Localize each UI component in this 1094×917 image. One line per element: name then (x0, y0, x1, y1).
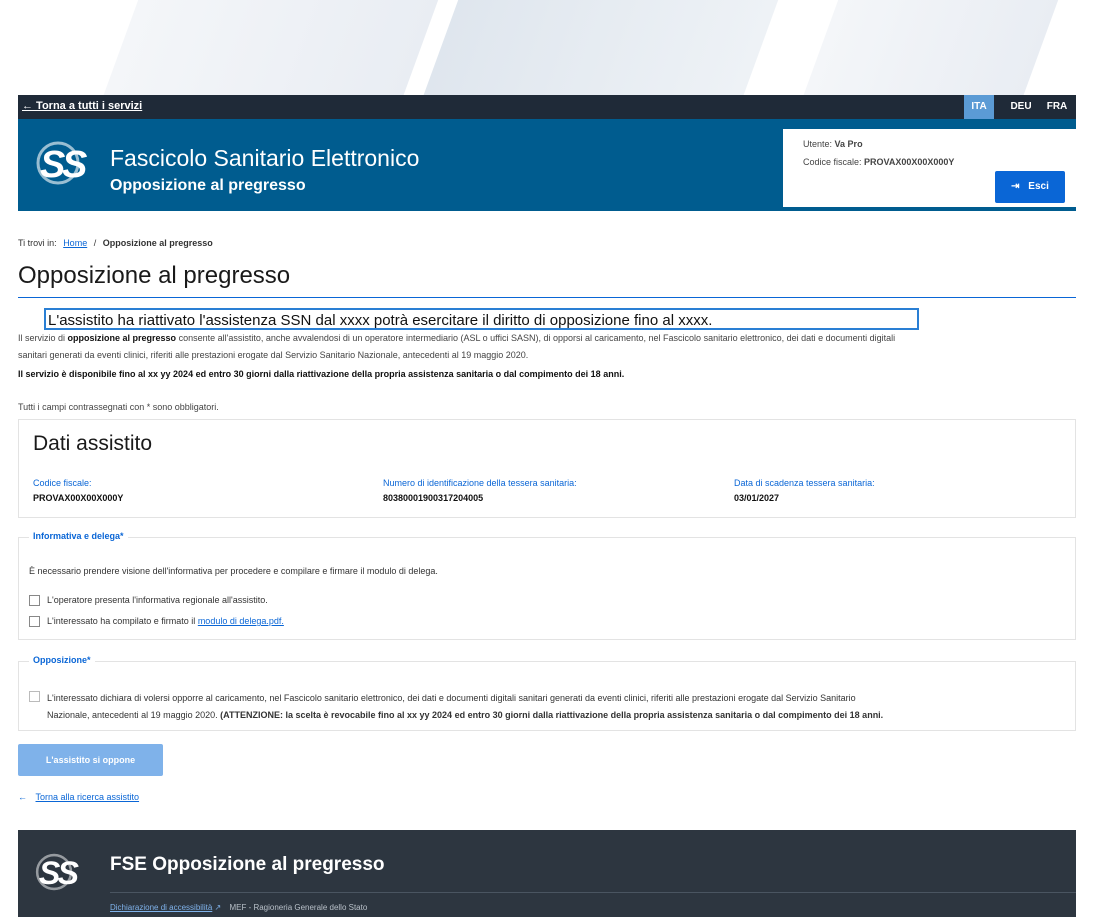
back-to-search-link[interactable]: Torna alla ricerca assistito (36, 792, 140, 802)
oppose-button[interactable]: L'assistito si oppone (18, 744, 163, 776)
opposizione-line-2-prefix: Nazionale, antecedenti al 19 maggio 2020… (47, 710, 218, 720)
opposizione-warning: (ATTENZIONE: la scelta è revocabile fino… (220, 710, 884, 720)
page-title: Opposizione al pregresso (18, 262, 291, 289)
intro-bold: opposizione al pregresso (67, 333, 177, 343)
reactivation-alert: L'assistito ha riattivato l'assistenza S… (44, 308, 919, 330)
lang-fra[interactable]: FRA (1042, 95, 1072, 119)
exit-button-label: Esci (1028, 181, 1049, 192)
intro-rest: consente all'assistito, anche avvalendos… (178, 333, 896, 343)
footer-divider (110, 892, 1076, 893)
opposizione-line-2: Nazionale, antecedenti al 19 maggio 2020… (47, 707, 1072, 724)
user-box: Utente: Va Pro Codice fiscale: PROVAX00X… (783, 129, 1076, 207)
required-note: Tutti i campi contrassegnati con * sono … (18, 402, 219, 412)
arrow-left-icon: ← (18, 792, 27, 802)
opposizione-fieldset: Opposizione* L'interessato dichiara di v… (18, 655, 1076, 731)
delega-checkbox[interactable] (29, 616, 40, 627)
user-cf-value: PROVAX00X00X000Y (864, 157, 955, 167)
footer-title: FSE Opposizione al pregresso (110, 854, 385, 875)
top-background (0, 0, 1094, 95)
footer: S S FSE Opposizione al pregresso Dichiar… (18, 830, 1076, 917)
external-link-icon: ↗ (214, 903, 222, 912)
intro-line-1: Il servizio di opposizione al pregresso … (18, 330, 1088, 347)
intro-line-2: sanitari generati da eventi clinici, rif… (18, 350, 529, 360)
dati-assistito-title: Dati assistito (33, 432, 153, 455)
svg-text:S: S (57, 855, 79, 891)
app-title: Fascicolo Sanitario Elettronico (110, 145, 420, 171)
top-bar: ← Torna a tutti i servizi ITA DEU FRA (18, 95, 1076, 119)
title-divider (18, 297, 1076, 298)
opposizione-text: L'interessato dichiara di volersi opporr… (47, 690, 1072, 724)
intro-text: Il servizio di opposizione al pregresso … (18, 330, 1088, 383)
intro-prefix: Il servizio di (18, 333, 66, 343)
lang-ita[interactable]: ITA (964, 95, 994, 119)
tessera-label: Numero di identificazione della tessera … (383, 478, 577, 488)
dati-assistito-card: Dati assistito Codice fiscale: PROVAX00X… (18, 419, 1076, 518)
lang-deu[interactable]: DEU (1006, 95, 1036, 119)
scadenza-value: 03/01/2027 (734, 493, 780, 503)
user-label: Utente: (803, 139, 833, 149)
delega-pdf-link[interactable]: modulo di delega.pdf. (198, 616, 284, 626)
intro-availability: Il servizio è disponibile fino al xx yy … (18, 369, 625, 379)
header: S S Fascicolo Sanitario Elettronico Oppo… (18, 119, 1076, 211)
exit-button[interactable]: ⇥ Esci (995, 171, 1065, 203)
informativa-legend: Informativa e delega* (29, 531, 128, 541)
informativa-fieldset: Informativa e delega* È necessario prend… (18, 531, 1076, 640)
delega-label-prefix: L'interessato ha compilato e firmato il (47, 616, 196, 626)
accessibility-link[interactable]: Dichiarazione di accessibilità (110, 903, 212, 912)
opposizione-legend: Opposizione* (29, 655, 95, 665)
sts-logo: S S (36, 141, 87, 186)
delega-checkbox-label: L'interessato ha compilato e firmato il … (47, 616, 284, 626)
informativa-text: È necessario prendere visione dell'infor… (29, 566, 438, 576)
opposizione-line-1: L'interessato dichiara di volersi opporr… (47, 693, 856, 703)
user-row: Utente: Va Pro (803, 139, 863, 149)
back-to-services-link[interactable]: ← Torna a tutti i servizi (22, 100, 142, 112)
breadcrumb-home-link[interactable]: Home (63, 238, 87, 248)
app-subtitle: Opposizione al pregresso (110, 177, 306, 194)
breadcrumb-separator: / (93, 238, 97, 248)
logout-icon: ⇥ (1011, 181, 1020, 192)
tessera-value: 80380001900317204005 (383, 493, 484, 503)
scadenza-label: Data di scadenza tessera sanitaria: (734, 478, 875, 488)
user-name: Va Pro (834, 139, 863, 149)
user-cf-row: Codice fiscale: PROVAX00X00X000Y (803, 157, 954, 167)
footer-org: MEF - Ragioneria Generale dello Stato (229, 903, 368, 912)
user-cf-label: Codice fiscale: (803, 157, 862, 167)
cf-value: PROVAX00X00X000Y (33, 493, 124, 503)
informativa-checkbox-label: L'operatore presenta l'informativa regio… (47, 595, 268, 605)
breadcrumb-current: Opposizione al pregresso (102, 238, 213, 248)
footer-links: Dichiarazione di accessibilità ↗ MEF - R… (110, 903, 367, 912)
opposizione-checkbox[interactable] (29, 691, 40, 702)
svg-text:S: S (62, 144, 87, 186)
footer-sts-logo: S S (35, 853, 79, 891)
breadcrumb-prefix: Ti trovi in: (18, 238, 57, 248)
breadcrumb: Ti trovi in: Home / Opposizione al pregr… (18, 238, 213, 248)
cf-label: Codice fiscale: (33, 478, 92, 488)
informativa-checkbox[interactable] (29, 595, 40, 606)
back-to-search[interactable]: ← Torna alla ricerca assistito (18, 792, 139, 802)
